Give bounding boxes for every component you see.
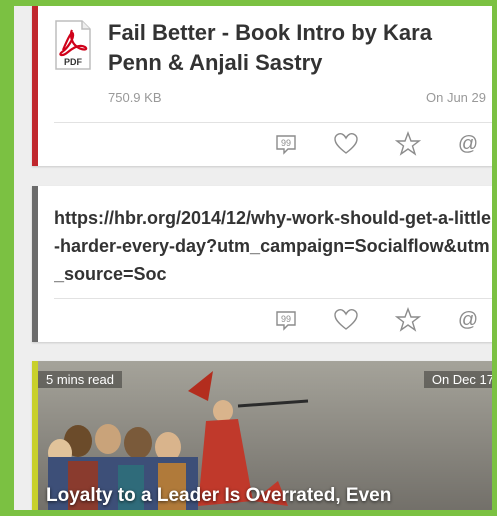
card-actions: 99 @ — [262, 124, 492, 164]
comment-icon[interactable]: 99 — [272, 130, 300, 158]
feed-card-link[interactable]: https://hbr.org/2014/12/why-work-should-… — [32, 186, 492, 342]
article-title[interactable]: Loyalty to a Leader Is Overrated, Even — [46, 485, 391, 507]
pdf-title[interactable]: Fail Better - Book Intro by Kara Penn & … — [108, 18, 488, 78]
like-heart-icon[interactable] — [332, 306, 360, 334]
svg-text:@: @ — [458, 133, 478, 155]
mention-at-icon[interactable]: @ — [454, 130, 482, 158]
mention-at-icon[interactable]: @ — [454, 306, 482, 334]
pdf-icon-label: PDF — [64, 57, 83, 67]
card-color-bar — [32, 6, 38, 166]
favorite-star-icon[interactable] — [394, 130, 422, 158]
like-heart-icon[interactable] — [332, 130, 360, 158]
feed-card-article[interactable]: 5 mins read On Dec 17 Loyalty to a Leade… — [32, 361, 492, 510]
svg-text:99: 99 — [281, 138, 291, 148]
pdf-icon: PDF — [54, 20, 92, 70]
svg-text:@: @ — [458, 309, 478, 331]
link-url[interactable]: https://hbr.org/2014/12/why-work-should-… — [54, 204, 492, 288]
read-time-badge: 5 mins read — [38, 371, 122, 388]
article-date-badge: On Dec 17 — [423, 371, 492, 388]
card-divider — [54, 122, 492, 123]
favorite-star-icon[interactable] — [394, 306, 422, 334]
feed-card-pdf[interactable]: PDF Fail Better - Book Intro by Kara Pen… — [32, 6, 492, 166]
svg-text:99: 99 — [281, 314, 291, 324]
feed-list: PDF Fail Better - Book Intro by Kara Pen… — [14, 6, 492, 510]
file-size: 750.9 KB — [108, 90, 162, 105]
card-color-bar — [32, 186, 38, 342]
item-date: On Jun 29 — [426, 90, 486, 105]
card-actions: 99 @ — [262, 300, 492, 340]
comment-icon[interactable]: 99 — [272, 306, 300, 334]
card-divider — [54, 298, 492, 299]
